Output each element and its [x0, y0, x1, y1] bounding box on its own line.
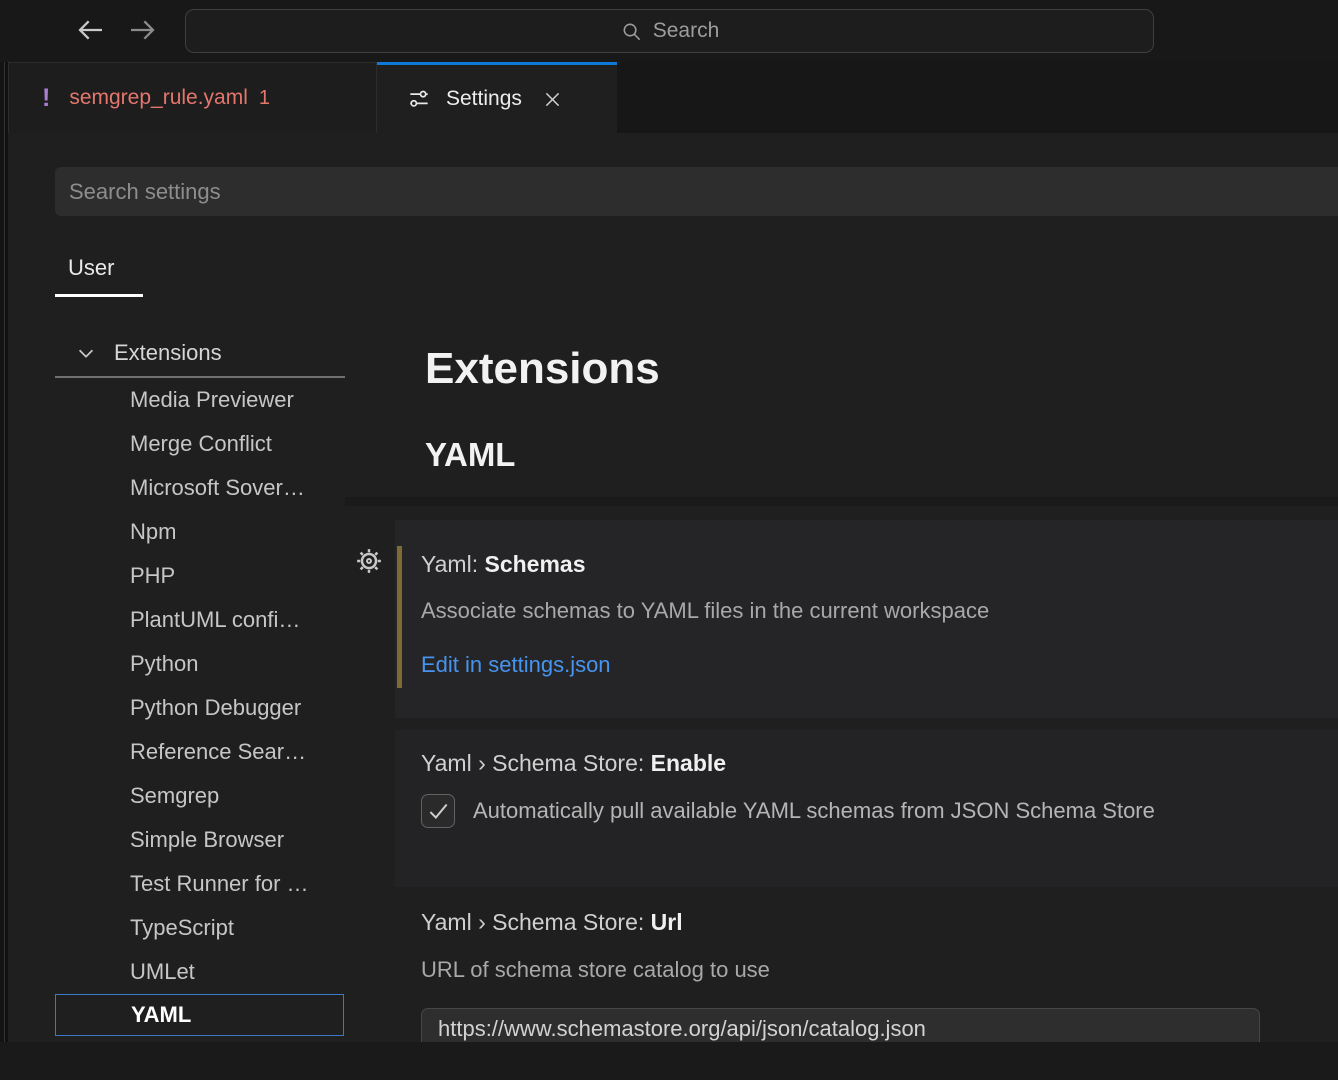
tab-bar: ! semgrep_rule.yaml 1 Settings — [8, 62, 1338, 133]
window-left-edge — [0, 62, 5, 1042]
setting-title-name: Enable — [651, 750, 726, 776]
back-button[interactable] — [73, 14, 107, 48]
setting-title-prefix: Yaml › Schema Store: — [421, 750, 651, 776]
tab-settings[interactable]: Settings — [377, 62, 617, 133]
yaml-file-icon: ! — [42, 84, 50, 113]
tree-item-typescript[interactable]: TypeScript — [8, 906, 345, 950]
chevron-down-icon — [75, 342, 97, 364]
setting-description: Associate schemas to YAML files in the c… — [421, 598, 989, 624]
setting-title-prefix: Yaml: — [421, 551, 484, 577]
tree-item-php[interactable]: PHP — [8, 554, 345, 598]
window-bottom-edge — [0, 1042, 1338, 1080]
tree-item-plantuml[interactable]: PlantUML confi… — [8, 598, 345, 642]
setting-description: URL of schema store catalog to use — [421, 957, 770, 983]
tree-item-semgrep[interactable]: Semgrep — [8, 774, 345, 818]
arrow-right-icon — [127, 14, 159, 49]
tab-semgrep-rule-yaml[interactable]: ! semgrep_rule.yaml 1 — [8, 62, 377, 133]
tree-item-merge-conflict[interactable]: Merge Conflict — [8, 422, 345, 466]
tree-item-umlet[interactable]: UMLet — [8, 950, 345, 994]
edit-in-settings-json-link[interactable]: Edit in settings.json — [421, 652, 611, 678]
checkmark-icon — [425, 798, 451, 824]
setting-title-name: Schemas — [484, 551, 585, 577]
tree-item-npm[interactable]: Npm — [8, 510, 345, 554]
gear-icon[interactable] — [354, 546, 384, 576]
category-heading: Extensions — [425, 344, 660, 394]
tree-item-media-previewer[interactable]: Media Previewer — [8, 378, 345, 422]
setting-title: Yaml › Schema Store: Url — [421, 909, 683, 936]
scope-tab-active-indicator — [55, 294, 143, 297]
setting-title: Yaml › Schema Store: Enable — [421, 750, 726, 777]
arrow-left-icon — [74, 14, 106, 49]
tree-item-extensions[interactable]: Extensions — [55, 330, 345, 376]
settings-sliders-icon — [406, 86, 432, 112]
scope-tab-user[interactable]: User — [68, 255, 114, 281]
tab-label: Settings — [446, 87, 522, 111]
checkbox-row: Automatically pull available YAML schema… — [421, 794, 1155, 828]
close-icon[interactable] — [542, 89, 563, 110]
forward-button[interactable] — [126, 14, 160, 48]
tree-item-python[interactable]: Python — [8, 642, 345, 686]
tree-item-reference-search[interactable]: Reference Sear… — [8, 730, 345, 774]
setting-title-name: Url — [651, 909, 683, 935]
tree-item-simple-browser[interactable]: Simple Browser — [8, 818, 345, 862]
tree-item-test-runner[interactable]: Test Runner for … — [8, 862, 345, 906]
tree-root-label: Extensions — [114, 340, 222, 366]
command-center-search[interactable]: Search — [185, 9, 1154, 53]
setting-title: Yaml: Schemas — [421, 551, 586, 578]
settings-tree: Media Previewer Merge Conflict Microsoft… — [8, 378, 345, 1036]
tree-item-microsoft-sover[interactable]: Microsoft Sover… — [8, 466, 345, 510]
search-icon — [620, 20, 643, 43]
settings-list-top-shadow — [345, 497, 1338, 506]
settings-search-input[interactable] — [55, 167, 1338, 216]
section-heading: YAML — [425, 436, 515, 474]
modified-setting-indicator — [397, 546, 402, 688]
setting-title-prefix: Yaml › Schema Store: — [421, 909, 651, 935]
titlebar: Search — [0, 0, 1338, 62]
tree-item-python-debugger[interactable]: Python Debugger — [8, 686, 345, 730]
command-center-label: Search — [653, 19, 720, 43]
tree-item-yaml-selected[interactable]: YAML — [55, 994, 344, 1036]
checkbox-label: Automatically pull available YAML schema… — [473, 798, 1155, 824]
schema-store-enable-checkbox[interactable] — [421, 794, 455, 828]
problems-count-badge: 1 — [259, 87, 270, 110]
tab-label: semgrep_rule.yaml — [69, 86, 248, 110]
